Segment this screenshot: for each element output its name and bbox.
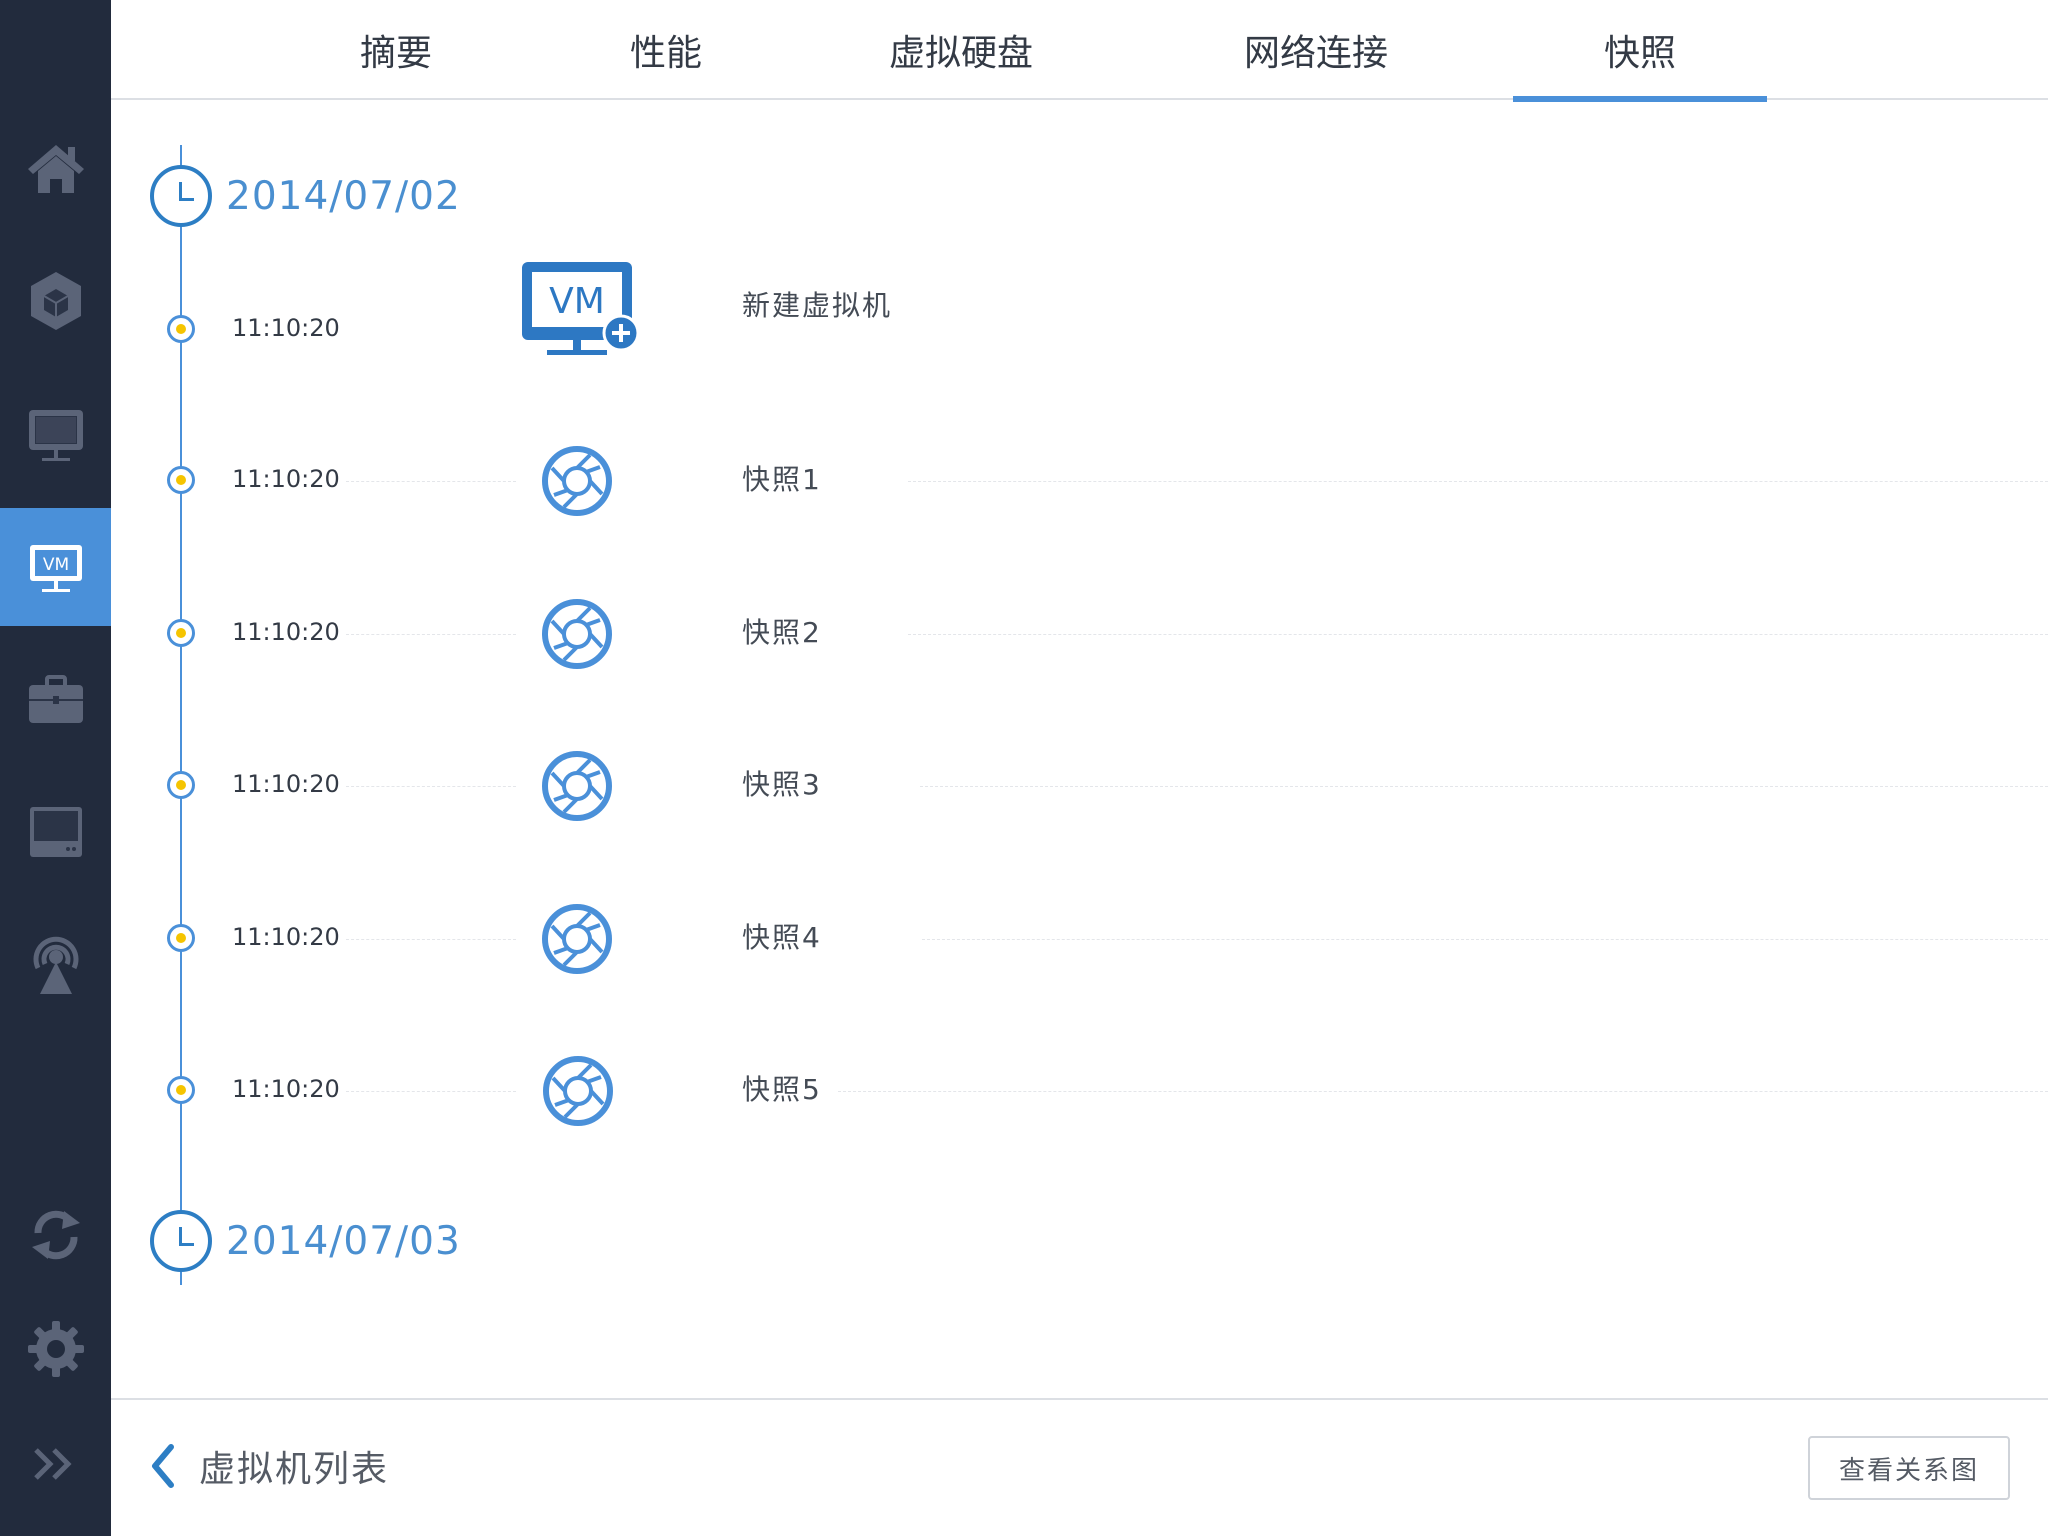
sidebar-item-expand[interactable] (0, 1405, 111, 1523)
dashed-divider (346, 1091, 516, 1092)
vm-icon-text: VM (42, 555, 68, 575)
timeline-event[interactable]: 11:10:20 快照3 (0, 725, 2048, 845)
clock-icon (150, 1210, 212, 1272)
aperture-icon (542, 599, 612, 669)
chevron-left-icon (152, 1444, 174, 1488)
sidebar-item-refresh[interactable] (0, 1176, 111, 1294)
tab-virtual-disk[interactable]: 虚拟硬盘 (871, 0, 1051, 100)
dashed-divider (346, 481, 516, 482)
timeline-dot (167, 924, 195, 952)
tab-bar: 摘要 性能 虚拟硬盘 网络连接 快照 (111, 0, 2048, 102)
clock-icon (150, 165, 212, 227)
timeline-event[interactable]: 11:10:20 VM 新建虚拟机 (0, 262, 2048, 390)
dashed-divider (838, 1091, 2048, 1092)
aperture-icon (542, 751, 612, 821)
tab-snapshot[interactable]: 快照 (1513, 0, 1767, 102)
event-label: 快照2 (742, 616, 822, 649)
date-header: 2014/07/02 (150, 165, 461, 227)
timeline-event[interactable]: 11:10:20 快照5 (0, 1030, 2048, 1150)
event-time: 11:10:20 (232, 314, 340, 342)
sidebar-item-home[interactable] (0, 110, 111, 228)
vm-new-icon: VM (522, 262, 640, 355)
event-time: 11:10:20 (232, 1075, 340, 1103)
event-time: 11:10:20 (232, 770, 340, 798)
gear-icon (27, 1321, 84, 1377)
timeline-event[interactable]: 11:10:20 快照1 (0, 420, 2048, 540)
dashed-divider (920, 786, 2048, 787)
event-time: 11:10:20 (232, 465, 340, 493)
dashed-divider (908, 634, 2048, 635)
event-label: 快照1 (742, 463, 822, 496)
timeline-dot (167, 315, 195, 343)
tab-network[interactable]: 网络连接 (1216, 0, 1416, 100)
view-relation-graph-button[interactable]: 查看关系图 (1808, 1436, 2010, 1500)
date-label: 2014/07/03 (226, 1218, 461, 1264)
timeline-dot (167, 771, 195, 799)
refresh-icon (31, 1210, 80, 1260)
date-label: 2014/07/02 (226, 173, 461, 219)
timeline-event[interactable]: 11:10:20 快照2 (0, 573, 2048, 693)
back-label: 虚拟机列表 (199, 1449, 390, 1490)
expand-icon (33, 1448, 72, 1480)
home-icon (27, 145, 84, 193)
vm-new-icon-text: VM (549, 281, 605, 322)
dashed-divider (908, 481, 2048, 482)
footer-bar: 虚拟机列表 查看关系图 (111, 1398, 2048, 1536)
event-time: 11:10:20 (232, 618, 340, 646)
back-button[interactable]: 虚拟机列表 (147, 1440, 389, 1492)
dashed-divider (922, 939, 2048, 940)
event-label: 新建虚拟机 (742, 289, 893, 322)
aperture-icon (543, 1056, 613, 1126)
timeline-dot (167, 619, 195, 647)
dashed-divider (346, 634, 516, 635)
aperture-icon (542, 904, 612, 974)
timeline-event[interactable]: 11:10:20 快照4 (0, 878, 2048, 998)
event-label: 快照5 (742, 1073, 822, 1106)
event-label: 快照4 (742, 921, 822, 954)
event-label: 快照3 (742, 768, 822, 801)
event-time: 11:10:20 (232, 923, 340, 951)
dashed-divider (346, 939, 516, 940)
sidebar-item-settings[interactable] (0, 1290, 111, 1408)
timeline-dot (167, 466, 195, 494)
aperture-icon (542, 446, 612, 516)
tab-summary[interactable]: 摘要 (316, 0, 476, 100)
dashed-divider (346, 786, 516, 787)
timeline-dot (167, 1076, 195, 1104)
tab-performance[interactable]: 性能 (606, 0, 726, 100)
date-header: 2014/07/03 (150, 1210, 461, 1272)
